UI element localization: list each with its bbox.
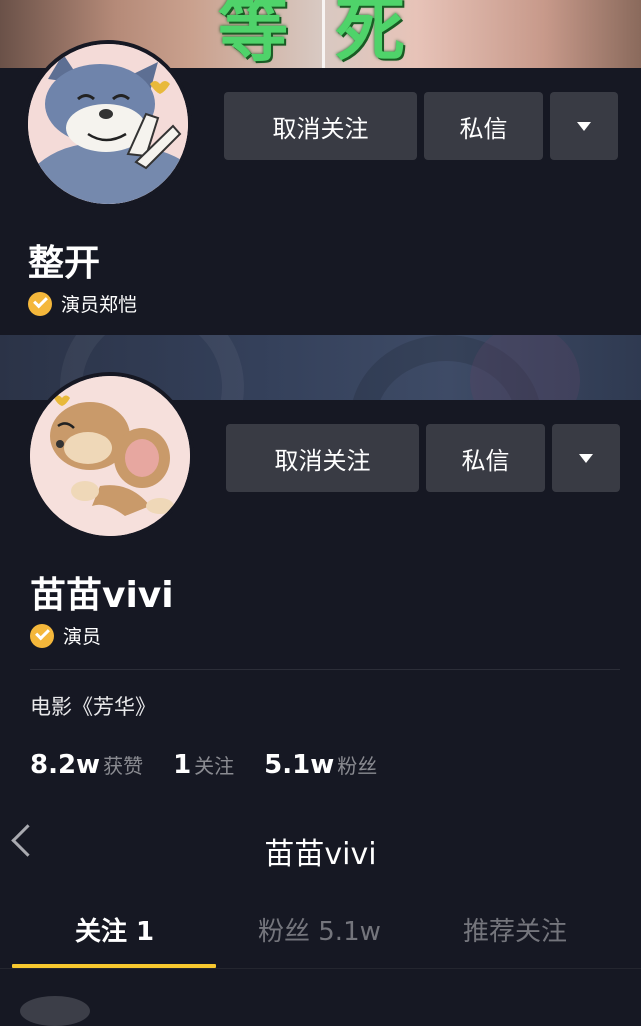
message-button[interactable]: 私信 <box>426 424 545 492</box>
profile-panel-2: 取消关注 私信 苗苗vivi 演员 电影《芳华》 8.2w 获赞 1 关注 5.… <box>0 372 641 790</box>
profile-name: 整开 <box>28 243 101 284</box>
cover-divider <box>322 0 325 68</box>
likes-label[interactable]: 获赞 <box>103 750 143 779</box>
verified-row: 演员郑恺 <box>28 290 137 317</box>
verified-row: 演员 <box>30 622 101 649</box>
unfollow-button[interactable]: 取消关注 <box>224 92 417 160</box>
cover-text-1: 等 <box>218 0 288 68</box>
following-count[interactable]: 1 <box>173 750 191 780</box>
avatar-jerry[interactable] <box>26 372 194 540</box>
tom-cat-illustration <box>28 44 188 204</box>
divider <box>30 669 620 670</box>
caret-down-icon <box>579 453 593 463</box>
followers-count[interactable]: 5.1w <box>264 750 334 780</box>
message-button[interactable]: 私信 <box>424 92 543 160</box>
likes-count[interactable]: 8.2w <box>30 750 100 780</box>
more-dropdown-button[interactable] <box>552 424 620 492</box>
jerry-mouse-illustration <box>30 376 190 536</box>
tabs-divider <box>0 968 641 969</box>
cover-decoration <box>470 335 580 400</box>
verified-label: 演员郑恺 <box>61 294 138 316</box>
verified-badge-icon <box>28 291 52 316</box>
profile-bio: 电影《芳华》 <box>30 695 156 719</box>
tab-following[interactable]: 关注 1 <box>75 911 154 948</box>
more-dropdown-button[interactable] <box>550 92 618 160</box>
tab-recommended[interactable]: 推荐关注 <box>463 911 567 948</box>
caret-down-icon <box>577 121 591 131</box>
page-title: 苗苗vivi <box>264 837 377 872</box>
profile-panel-1: 取消关注 私信 整开 演员郑恺 <box>0 40 641 333</box>
following-label[interactable]: 关注 <box>194 750 234 779</box>
avatar-tom[interactable] <box>24 40 192 208</box>
followers-label[interactable]: 粉丝 <box>337 750 377 779</box>
profile-name: 苗苗vivi <box>30 575 174 616</box>
profile-stats: 8.2w 获赞 1 关注 5.1w 粉丝 <box>30 750 407 780</box>
unfollow-button[interactable]: 取消关注 <box>226 424 419 492</box>
verified-label: 演员 <box>63 626 102 648</box>
tab-followers[interactable]: 粉丝 5.1w <box>258 911 381 948</box>
verified-badge-icon <box>30 623 54 648</box>
list-item-avatar-peek <box>20 996 90 1026</box>
following-list-panel: 苗苗vivi 关注 1 粉丝 5.1w 推荐关注 <box>0 793 641 1026</box>
cover-text-2: 死 <box>335 0 405 68</box>
